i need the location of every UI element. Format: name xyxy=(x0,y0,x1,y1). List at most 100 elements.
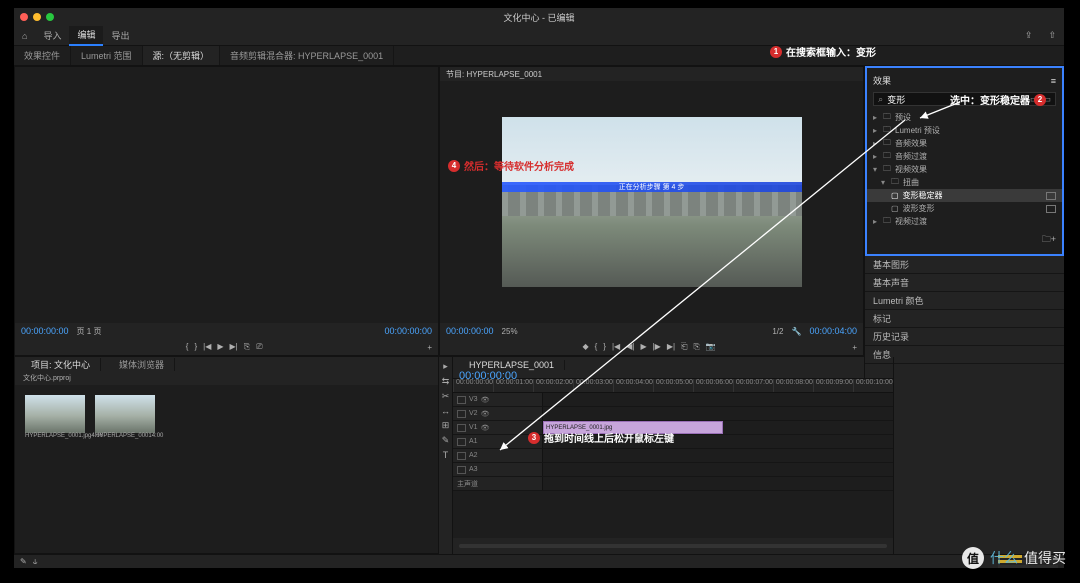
track-master[interactable]: 主声道 xyxy=(457,479,478,489)
home-icon[interactable]: ⌂ xyxy=(14,26,35,46)
tree-audiotr[interactable]: 音频过渡 xyxy=(895,151,927,162)
panel-info[interactable]: 信息 xyxy=(865,346,1064,364)
wrench-icon[interactable]: 🔧 xyxy=(791,327,801,336)
razor-tool-icon[interactable]: ✂ xyxy=(441,391,450,402)
ruler-tick: 00:00:05:00 xyxy=(653,379,693,392)
mark-out-icon[interactable]: } xyxy=(603,342,606,352)
track-toggle[interactable] xyxy=(457,466,466,474)
selection-tool-icon[interactable]: ▸ xyxy=(441,361,450,372)
settings-icon[interactable]: + xyxy=(427,343,432,352)
step-fwd-icon[interactable]: ▶| xyxy=(230,342,238,352)
lift-icon[interactable]: ⎗ xyxy=(681,342,687,352)
annotation-3: 3 拖到时间线上后松开鼠标左键 xyxy=(528,430,674,445)
ruler-tick: 00:00:10:00 xyxy=(853,379,893,392)
play-icon[interactable]: ▶ xyxy=(217,342,223,352)
eye-icon[interactable]: 👁 xyxy=(481,396,490,404)
effect-icon: ▢ xyxy=(891,191,899,200)
annotation-text: 然后：等待软件分析完成 xyxy=(464,158,574,173)
tree-warp-stabilizer[interactable]: 变形稳定器 xyxy=(903,190,943,201)
project-filename: 文化中心.prproj xyxy=(23,375,71,382)
panel-essential-sound[interactable]: 基本声音 xyxy=(865,274,1064,292)
snap-icon[interactable]: ⫝ xyxy=(33,557,38,567)
folder-icon: 🗀 xyxy=(883,124,891,138)
item-name: HYPERLAPSE_0001.jpg xyxy=(25,433,91,439)
item-name: HYPERLAPSE_0001 xyxy=(95,433,152,439)
track-toggle[interactable] xyxy=(457,452,466,460)
tree-videotr[interactable]: 视频过渡 xyxy=(895,216,927,227)
annotation-1: 1 在搜索框输入：变形 xyxy=(770,44,876,59)
track-a2[interactable]: A2 xyxy=(469,452,478,459)
tree-lumetri[interactable]: Lumetri 预设 xyxy=(895,125,940,136)
mark-in-icon[interactable]: { xyxy=(595,342,598,352)
workspace-edit[interactable]: 编辑 xyxy=(69,26,103,46)
project-item[interactable]: HYPERLAPSE_0001.jpg4:00 xyxy=(25,395,85,543)
pen-tool-icon[interactable]: ✎ xyxy=(441,435,450,446)
tree-videofx[interactable]: 视频效果 xyxy=(895,164,927,175)
effect-icon: ▢ xyxy=(891,204,899,213)
new-bin-icon[interactable]: 🗀+ xyxy=(1042,234,1056,244)
mark-out-icon[interactable]: } xyxy=(194,342,197,352)
workspace-export[interactable]: 导出 xyxy=(103,26,137,46)
track-v3[interactable]: V3 xyxy=(469,396,478,403)
panel-markers[interactable]: 标记 xyxy=(865,310,1064,328)
tree-audiofx[interactable]: 音频效果 xyxy=(895,138,927,149)
program-zoom[interactable]: 25% xyxy=(502,327,518,336)
tab-lumetri-scopes[interactable]: Lumetri 范围 xyxy=(71,46,143,65)
play-icon[interactable]: ▶ xyxy=(640,342,646,352)
extract-icon[interactable]: ⎘ xyxy=(693,342,699,352)
track-toggle[interactable] xyxy=(457,396,466,404)
track-a3[interactable]: A3 xyxy=(469,466,478,473)
eye-icon[interactable]: 👁 xyxy=(481,410,490,418)
ruler-tick: 00:00:02:00 xyxy=(533,379,573,392)
panel-menu-icon[interactable]: ≡ xyxy=(1051,76,1056,86)
annotation-text: 拖到时间线上后松开鼠标左键 xyxy=(544,430,674,445)
type-tool-icon[interactable]: T xyxy=(441,450,450,460)
folder-icon: 🗀 xyxy=(891,176,899,190)
button-editor-icon[interactable]: + xyxy=(852,343,857,352)
panel-essential-graphics[interactable]: 基本图形 xyxy=(865,256,1064,274)
ruler-tick: 00:00:09:00 xyxy=(813,379,853,392)
track-select-tool-icon[interactable]: ⇆ xyxy=(441,376,450,387)
go-in-icon[interactable]: |◀ xyxy=(612,342,620,352)
track-v2[interactable]: V2 xyxy=(469,410,478,417)
panel-history[interactable]: 历史记录 xyxy=(865,328,1064,346)
zoom-slider[interactable] xyxy=(459,544,887,548)
overwrite-icon[interactable]: ⎚ xyxy=(256,342,262,352)
panel-lumetri-color[interactable]: Lumetri 颜色 xyxy=(865,292,1064,310)
grid-tool-icon[interactable]: ⊞ xyxy=(441,420,450,431)
step-back-icon[interactable]: ◀| xyxy=(626,342,634,352)
time-ruler[interactable]: 00:00:00:00 00:00:01:00 00:00:02:00 00:0… xyxy=(453,379,893,393)
tab-source-noclip[interactable]: 源:（无剪辑） xyxy=(143,46,221,65)
program-fit[interactable]: 1/2 xyxy=(772,327,783,336)
slip-tool-icon[interactable]: ↔ xyxy=(441,406,450,416)
track-v1[interactable]: V1 xyxy=(469,424,478,431)
track-a1[interactable]: A1 xyxy=(469,438,478,445)
media-browser-tab[interactable]: 媒体浏览器 xyxy=(109,358,175,371)
project-item[interactable]: HYPERLAPSE_00014:00 xyxy=(95,395,155,543)
watermark: 值 什么 值得买 xyxy=(962,547,1066,569)
track-toggle[interactable] xyxy=(457,424,466,432)
track-toggle[interactable] xyxy=(457,410,466,418)
quick-export-icon[interactable]: ⇪ xyxy=(1017,26,1041,46)
add-marker-icon[interactable]: ◆ xyxy=(582,342,588,352)
step-fwd-icon[interactable]: |▶ xyxy=(653,342,661,352)
tab-effect-controls[interactable]: 效果控件 xyxy=(14,46,71,65)
program-tc-left: 00:00:00:00 xyxy=(446,326,494,336)
track-toggle[interactable] xyxy=(457,438,466,446)
step-back-icon[interactable]: |◀ xyxy=(203,342,211,352)
tree-lens-distort[interactable]: 波形变形 xyxy=(903,203,935,214)
sequence-tab[interactable]: HYPERLAPSE_0001 xyxy=(459,360,565,370)
eye-icon[interactable]: 👁 xyxy=(481,424,490,432)
tree-distort[interactable]: 扭曲 xyxy=(903,177,919,188)
mark-in-icon[interactable]: { xyxy=(186,342,189,352)
tab-audio-clip-mixer[interactable]: 音频剪辑混合器: HYPERLAPSE_0001 xyxy=(220,46,394,65)
pen-icon[interactable]: ✎ xyxy=(20,557,27,566)
go-out-icon[interactable]: ▶| xyxy=(667,342,675,352)
insert-icon[interactable]: ⎘ xyxy=(244,342,250,352)
source-monitor: 00:00:00:00 页 1 页 00:00:00:00 { } |◀ ▶ ▶… xyxy=(14,66,439,356)
export-frame-icon[interactable]: 📷 xyxy=(706,342,716,352)
tree-presets[interactable]: 预设 xyxy=(895,112,911,123)
project-tab[interactable]: 项目: 文化中心 xyxy=(21,358,101,371)
workspace-import[interactable]: 导入 xyxy=(35,26,69,46)
share-icon[interactable]: ⇧ xyxy=(1040,26,1064,46)
